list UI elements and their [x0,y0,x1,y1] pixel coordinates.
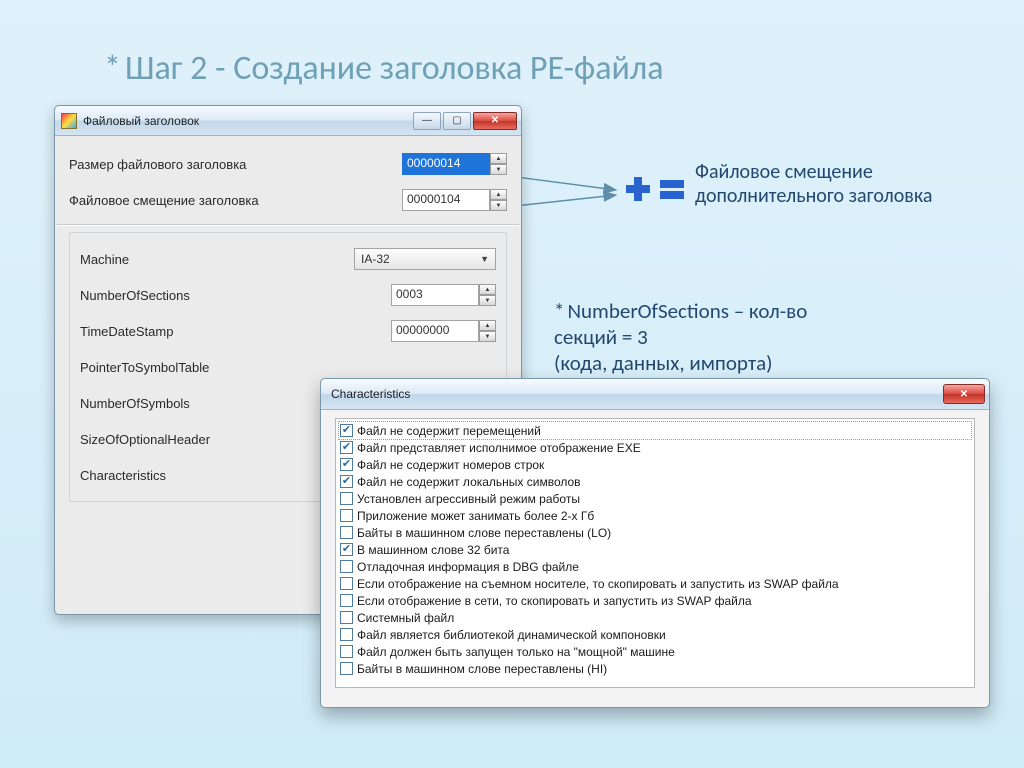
checkbox[interactable] [340,662,353,675]
spinner-down-icon[interactable]: ▼ [490,164,507,175]
dialog-title: Characteristics [327,387,943,401]
characteristic-row[interactable]: Файл не содержит номеров строк [339,456,971,473]
characteristic-label: Системный файл [357,611,454,625]
close-button[interactable]: ✕ [473,112,517,130]
spinner-up-icon[interactable]: ▲ [479,284,496,295]
characteristic-label: Если отображение в сети, то скопировать … [357,594,752,608]
characteristic-row[interactable]: Если отображение в сети, то скопировать … [339,592,971,609]
characteristic-row[interactable]: Байты в машинном слове переставлены (LO) [339,524,971,541]
checkbox[interactable] [340,526,353,539]
characteristic-label: Файл является библиотекой динамической к… [357,628,666,642]
equals-icon [658,175,686,203]
characteristic-label: В машинном слове 32 бита [357,543,509,557]
pointer-to-symbol-table-label: PointerToSymbolTable [80,360,496,375]
checkbox[interactable] [340,628,353,641]
header-offset-label: Файловое смещение заголовка [69,193,402,208]
characteristic-row[interactable]: Отладочная информация в DBG файле [339,558,971,575]
slide-title: *Шаг 2 - Создание заголовка PE-файла [104,48,664,89]
machine-combobox[interactable]: IA-32 ▼ [354,248,496,270]
characteristic-row[interactable]: Системный файл [339,609,971,626]
number-of-sections-label: NumberOfSections [80,288,391,303]
header-offset-input[interactable]: 00000104 [402,189,490,211]
checkbox[interactable] [340,577,353,590]
window-title: Файловый заголовок [83,114,413,128]
characteristic-row[interactable]: Если отображение на съемном носителе, то… [339,575,971,592]
characteristic-row[interactable]: В машинном слове 32 бита [339,541,971,558]
checkbox[interactable] [340,509,353,522]
checkbox[interactable] [340,543,353,556]
characteristic-label: Файл не содержит номеров строк [357,458,544,472]
characteristic-label: Байты в машинном слове переставлены (HI) [357,662,607,676]
titlebar[interactable]: Characteristics ✕ [321,379,989,410]
machine-label: Machine [80,252,354,267]
time-date-stamp-input[interactable]: 00000000 [391,320,479,342]
checkbox[interactable] [340,560,353,573]
characteristic-row[interactable]: Файл представляет исполнимое отображение… [339,439,971,456]
characteristic-row[interactable]: Установлен агрессивный режим работы [339,490,971,507]
checkbox[interactable] [340,492,353,505]
characteristic-label: Файл не содержит перемещений [357,424,541,438]
checkbox[interactable] [340,645,353,658]
characteristic-label: Файл представляет исполнимое отображение… [357,441,641,455]
asterisk-icon: * [104,48,121,89]
characteristic-label: Установлен агрессивный режим работы [357,492,580,506]
spinner-down-icon[interactable]: ▼ [490,200,507,211]
checkbox[interactable] [340,441,353,454]
header-size-label: Размер файлового заголовка [69,157,402,172]
spinner-up-icon[interactable]: ▲ [490,153,507,164]
checkbox[interactable] [340,594,353,607]
slide-title-text: Шаг 2 - Создание заголовка PE-файла [125,48,664,89]
checkbox[interactable] [340,611,353,624]
characteristic-label: Файл не содержит локальных символов [357,475,581,489]
characteristics-dialog: Characteristics ✕ Файл не содержит перем… [320,378,990,708]
app-icon [61,113,77,129]
characteristic-label: Байты в машинном слове переставлены (LO) [357,526,611,540]
chevron-down-icon: ▼ [480,254,489,264]
time-date-stamp-label: TimeDateStamp [80,324,391,339]
checkbox[interactable] [340,458,353,471]
spinner-up-icon[interactable]: ▲ [490,189,507,200]
characteristic-row[interactable]: Файл не содержит перемещений [339,422,971,439]
maximize-button[interactable]: ▢ [443,112,471,130]
number-of-sections-input[interactable]: 0003 [391,284,479,306]
characteristic-row[interactable]: Файл должен быть запущен только на "мощн… [339,643,971,660]
characteristic-row[interactable]: Файл не содержит локальных символов [339,473,971,490]
characteristic-row[interactable]: Файл является библиотекой динамической к… [339,626,971,643]
annotation-number-of-sections: *NumberOfSections – кол-во секций = 3 (к… [554,298,984,376]
characteristic-row[interactable]: Байты в машинном слове переставлены (HI) [339,660,971,677]
characteristic-label: Если отображение на съемном носителе, то… [357,577,839,591]
asterisk-icon: * [554,298,564,324]
divider [57,224,519,226]
plus-icon [624,175,652,203]
characteristic-row[interactable]: Приложение может занимать более 2-х Гб [339,507,971,524]
characteristics-list: Файл не содержит перемещений Файл предста… [335,418,975,688]
characteristic-label: Файл должен быть запущен только на "мощн… [357,645,675,659]
header-size-input[interactable]: 00000014 [402,153,490,175]
checkbox[interactable] [340,424,353,437]
minimize-button[interactable]: — [413,112,441,130]
characteristic-label: Отладочная информация в DBG файле [357,560,579,574]
annotation-file-offset: Файловое смещение дополнительного заголо… [695,160,985,208]
spinner-down-icon[interactable]: ▼ [479,331,496,342]
checkbox[interactable] [340,475,353,488]
plus-equals-icons [624,175,686,203]
close-button[interactable]: ✕ [943,384,985,404]
titlebar[interactable]: Файловый заголовок — ▢ ✕ [55,106,521,136]
characteristic-label: Приложение может занимать более 2-х Гб [357,509,594,523]
spinner-up-icon[interactable]: ▲ [479,320,496,331]
spinner-down-icon[interactable]: ▼ [479,295,496,306]
machine-value: IA-32 [361,252,390,266]
